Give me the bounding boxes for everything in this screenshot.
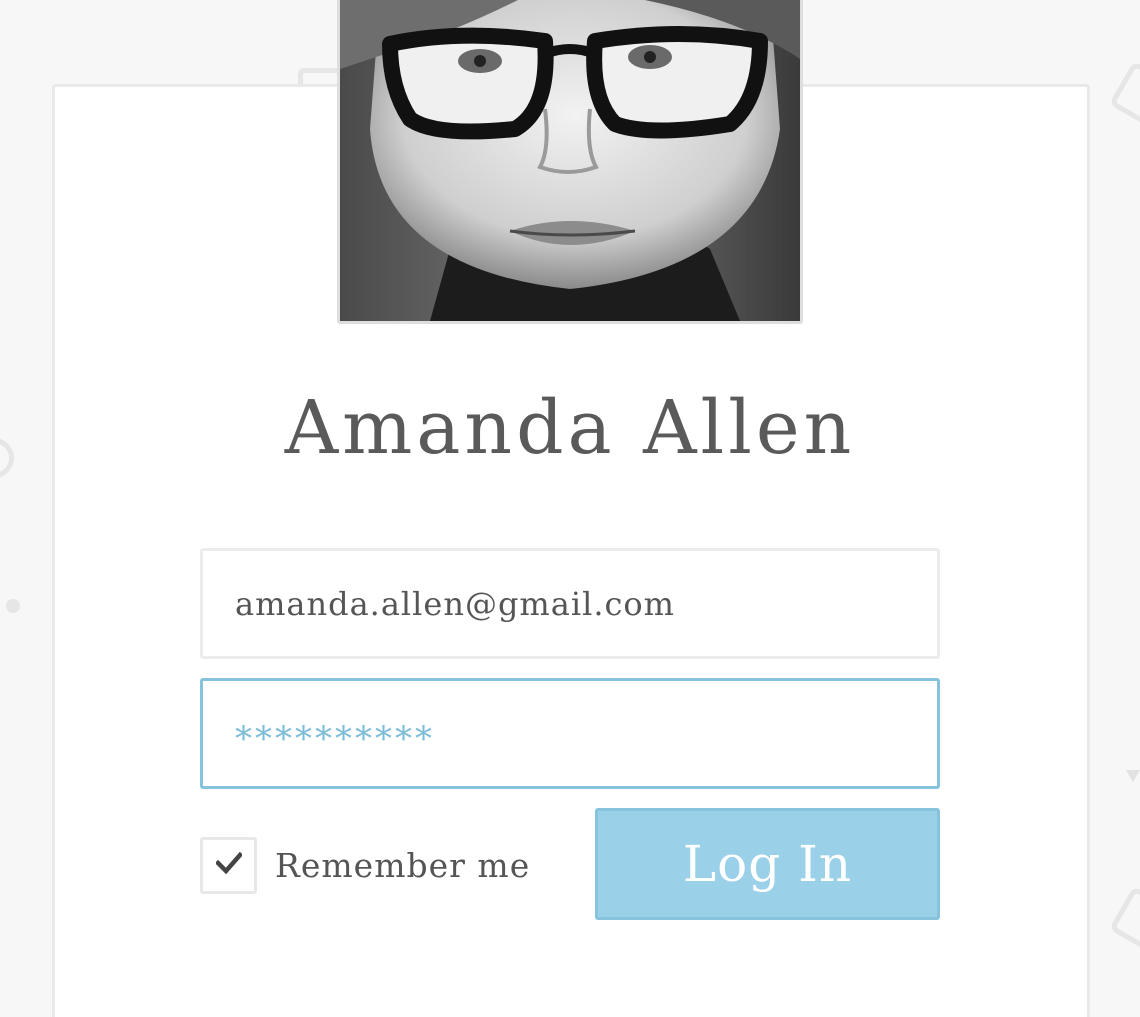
background-shape: [1108, 60, 1140, 130]
avatar: [337, 0, 803, 324]
login-button[interactable]: Log In: [595, 808, 940, 920]
background-dot: [6, 599, 20, 613]
background-shape: [1108, 885, 1140, 955]
password-field[interactable]: [200, 678, 940, 789]
email-field[interactable]: [200, 548, 940, 659]
background-shape: [1126, 770, 1140, 782]
remember-checkbox[interactable]: [200, 836, 257, 894]
check-icon: [214, 851, 243, 878]
remember-me[interactable]: Remember me: [200, 836, 530, 894]
password-input[interactable]: [203, 681, 937, 786]
remember-label: Remember me: [275, 845, 531, 885]
user-name: Amanda Allen: [284, 385, 856, 471]
email-input[interactable]: [203, 551, 937, 656]
